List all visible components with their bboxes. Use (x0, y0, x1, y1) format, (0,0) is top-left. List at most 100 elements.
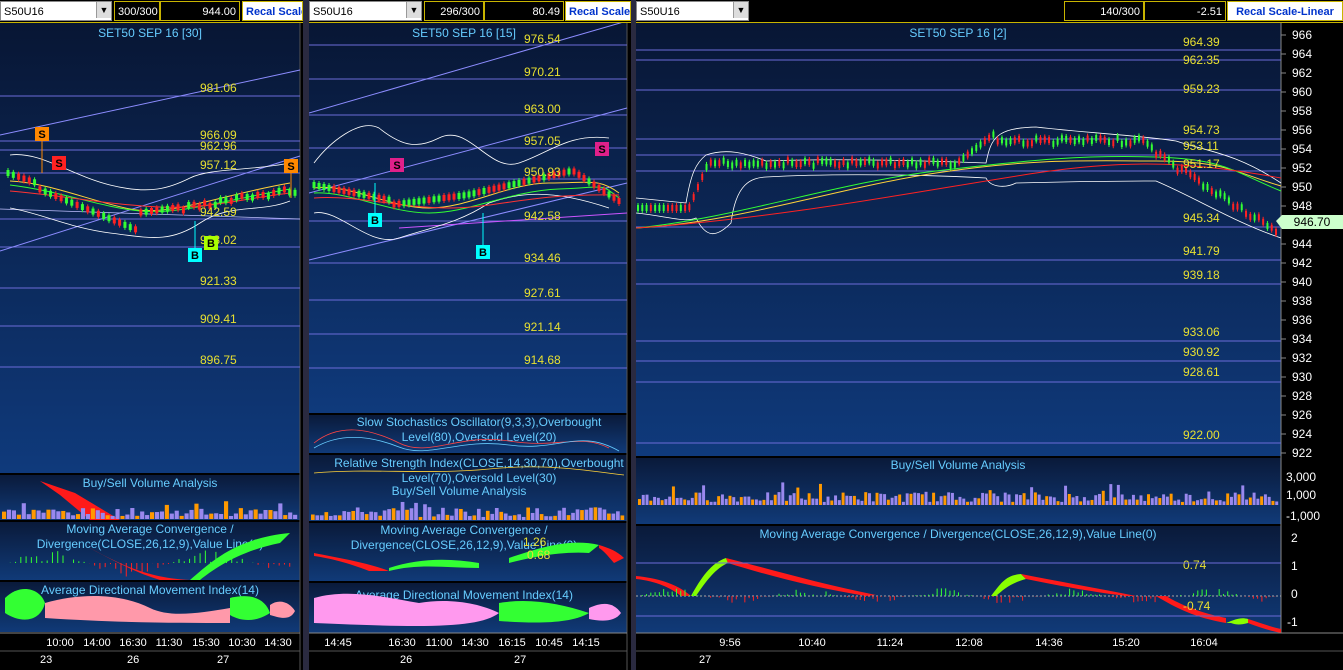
chevron-down-icon[interactable]: ▼ (406, 2, 421, 18)
volume-bar (890, 497, 894, 505)
chart-pane-1[interactable]: S50U16 ▼ 300/300 944.00 Recal Scale SET5… (0, 0, 303, 670)
indicator-title: Moving Average Convergence / (66, 522, 234, 536)
volume-bar (950, 492, 954, 505)
volume-bar (548, 516, 553, 520)
volume-bar (194, 503, 199, 519)
recal-scale-button[interactable]: Recal Scale (242, 1, 303, 21)
macd-axis-label: 1 (1291, 559, 1298, 573)
indicator-title: Buy/Sell Volume Analysis (891, 458, 1026, 472)
volume-bar (792, 493, 796, 505)
indicator-title: Buy/Sell Volume Analysis (392, 484, 527, 498)
chevron-down-icon[interactable]: ▼ (96, 2, 111, 18)
volume-bar (1007, 494, 1011, 505)
volume-bar (1026, 499, 1030, 505)
price-level: 976.54 (524, 32, 561, 46)
volume-bar (981, 492, 985, 505)
volume-bar (115, 509, 120, 519)
volume-bar (815, 498, 819, 505)
volume-bar (879, 493, 883, 505)
volume-bar (709, 501, 713, 505)
volume-bar (656, 497, 660, 505)
volume-bar (95, 510, 100, 519)
volume-bar (110, 515, 115, 519)
price-axis-label: 962 (1292, 66, 1312, 80)
bar-progress: 300/300 (114, 1, 160, 21)
volume-bar (159, 511, 164, 519)
price-axis-label: 964 (1292, 47, 1312, 61)
signal-label: B (191, 250, 199, 262)
volume-bar (739, 497, 743, 505)
pane-3-chart[interactable]: SET50 SEP 16 [2] 964.39 962.35 959.23 95… (636, 23, 1343, 670)
volume-bar (1169, 493, 1173, 505)
price-axis-label: 958 (1292, 104, 1312, 118)
volume-bar (939, 496, 943, 505)
signal-s-orange-right[interactable]: S (284, 159, 298, 173)
volume-bar (1048, 496, 1052, 505)
volume-bar (21, 503, 26, 519)
signal-b-cyan[interactable]: B (188, 248, 202, 262)
volume-axis-label: 1,000 (1286, 488, 1316, 502)
volume-bar (1214, 500, 1218, 505)
chart-pane-2[interactable]: S50U16 ▼ 296/300 80.49 Recal Scale SET50… (309, 0, 631, 670)
volume-bar (589, 507, 593, 520)
signal-s-red[interactable]: S (52, 156, 66, 170)
volume-bar (450, 515, 454, 520)
volume-bar (288, 512, 293, 519)
price-axis-label: 926 (1292, 408, 1312, 422)
volume-bar (1131, 494, 1135, 505)
volume-bar (135, 515, 140, 519)
volume-bar (293, 514, 298, 519)
volume-bar (1203, 498, 1207, 505)
volume-bar (1011, 501, 1015, 505)
signal-b-cyan-2[interactable]: B (476, 245, 490, 259)
volume-bar (992, 493, 996, 505)
chart-title: SET50 SEP 16 [2] (909, 26, 1006, 40)
recal-scale-button[interactable]: Recal Scale-Linear (1227, 1, 1343, 21)
indicator-title: Moving Average Convergence / Divergence(… (759, 527, 1156, 541)
volume-bar (1207, 491, 1211, 505)
time-label: 10:00 (46, 637, 74, 649)
indicator-title: Buy/Sell Volume Analysis (83, 476, 218, 490)
volume-bar (580, 510, 584, 520)
pane-2-chart[interactable]: SET50 SEP 16 [15] 976.54 970.21 963.00 9… (309, 23, 631, 670)
volume-bar (754, 499, 758, 505)
volume-bar (36, 510, 41, 519)
volume-bar (61, 510, 66, 519)
last-price: 946.70 (1294, 215, 1331, 229)
volume-bar (1135, 499, 1139, 505)
price-axis-label: 944 (1292, 237, 1312, 251)
signal-b-lime[interactable]: B (204, 236, 218, 250)
volume-bar (1143, 500, 1147, 505)
symbol-value: S50U16 (313, 6, 353, 18)
signal-s-orange[interactable]: S (35, 127, 49, 141)
signal-label: B (479, 247, 487, 259)
volume-bar (1275, 501, 1279, 505)
recal-scale-button[interactable]: Recal Scale (565, 1, 631, 21)
volume-bar (762, 499, 766, 505)
volume-bar (423, 504, 427, 520)
signal-b-cyan[interactable]: B (368, 213, 382, 227)
readout-value: 80.49 (532, 6, 560, 18)
volume-bar (675, 497, 679, 505)
price-axis-label: 932 (1292, 351, 1312, 365)
price-axis-label: 942 (1292, 256, 1312, 270)
volume-bar (140, 511, 145, 519)
volume-bar (396, 510, 400, 520)
volume-bar (553, 515, 557, 520)
pane-1-chart[interactable]: SET50 SEP 16 [30] 981.06 966.09 962.96 9… (0, 23, 303, 670)
volume-bar (391, 508, 396, 520)
volume-bar (427, 507, 432, 520)
volume-bar (668, 496, 672, 505)
signal-s-magenta[interactable]: S (390, 158, 404, 172)
volume-bar (100, 512, 105, 519)
chevron-down-icon[interactable]: ▼ (733, 2, 748, 18)
time-label: 14:15 (572, 637, 600, 649)
readout-value: 944.00 (202, 6, 236, 18)
chart-pane-3[interactable]: S50U16 ▼ 140/300 -2.51 Recal Scale-Linea… (636, 0, 1343, 670)
volume-bar (1199, 499, 1203, 505)
volume-bar (360, 511, 365, 520)
volume-bar (1162, 494, 1166, 505)
time-label: 10:30 (228, 637, 256, 649)
signal-s-magenta-right[interactable]: S (595, 142, 609, 156)
price-axis-label: 940 (1292, 275, 1312, 289)
